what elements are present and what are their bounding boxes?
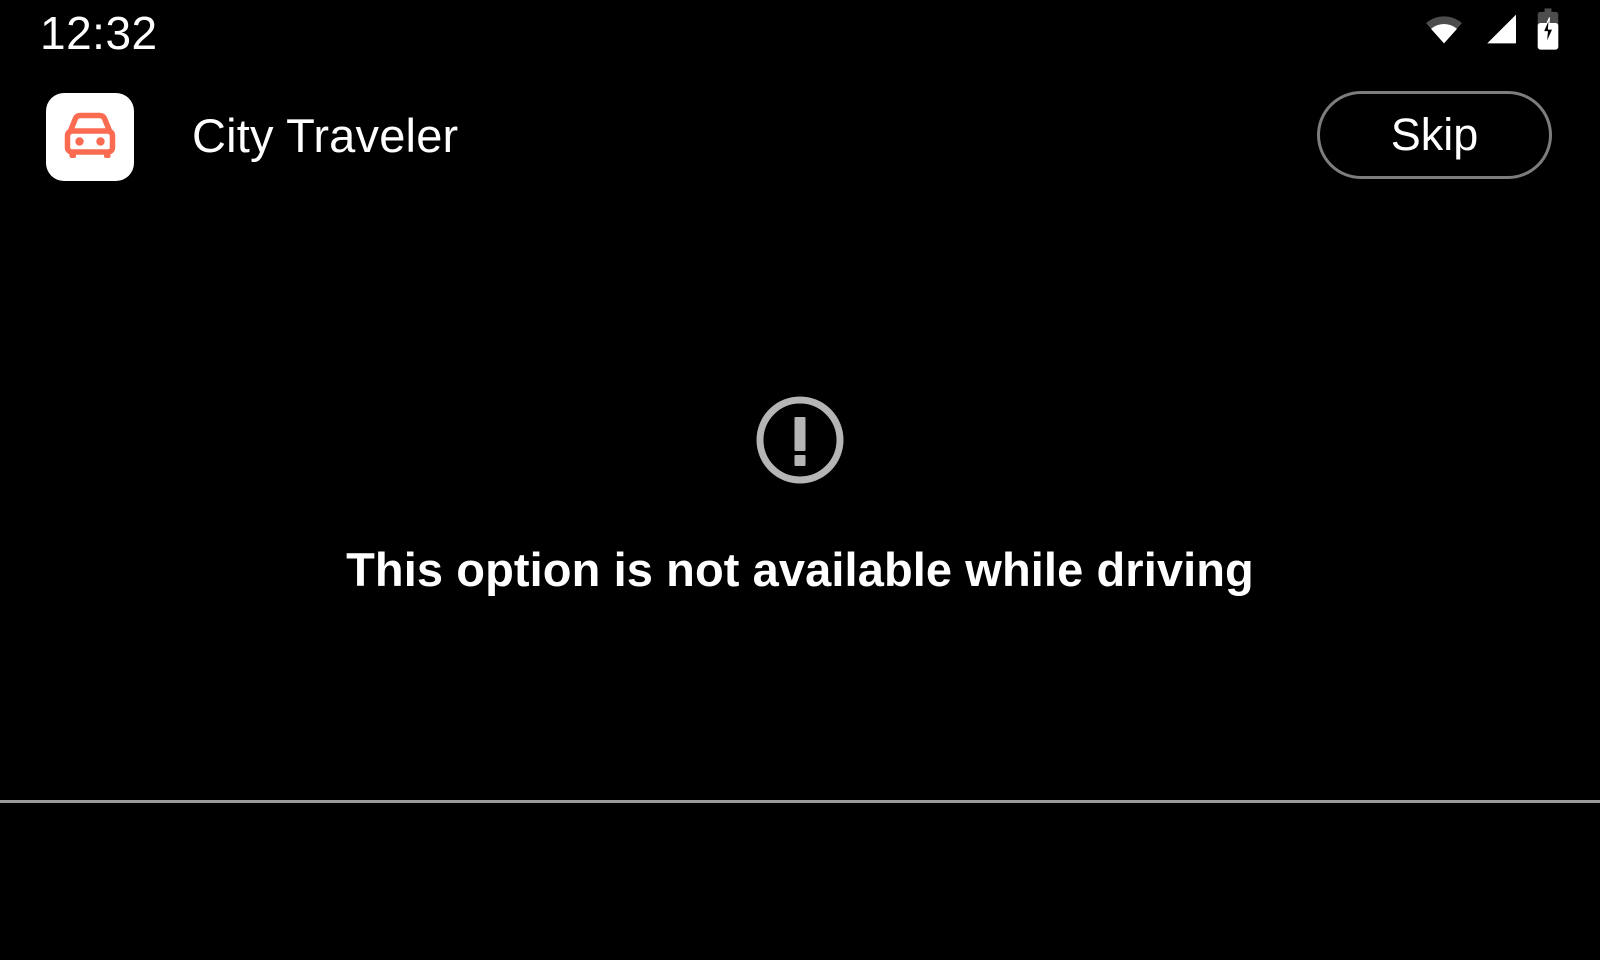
status-bar: 12:32 (0, 0, 1600, 66)
car-app-icon (46, 93, 134, 181)
main-content: This option is not available while drivi… (0, 190, 1600, 800)
android-auto-screen: 12:32 City Traveler Skip This option is … (0, 0, 1600, 960)
app-title: City Traveler (192, 108, 459, 162)
status-clock: 12:32 (40, 7, 158, 59)
skip-button-label: Skip (1390, 109, 1479, 160)
app-header: City Traveler Skip (0, 80, 1600, 190)
cellular-signal-icon (1482, 13, 1518, 50)
battery-charging-icon (1536, 7, 1560, 55)
skip-button[interactable]: Skip (1317, 91, 1552, 179)
status-icons-group (1424, 7, 1560, 55)
wifi-icon (1424, 13, 1464, 50)
bottom-navigation-bar (0, 803, 1600, 960)
driving-restriction-message: This option is not available while drivi… (346, 543, 1254, 596)
exclamation-circle-icon (753, 393, 847, 492)
